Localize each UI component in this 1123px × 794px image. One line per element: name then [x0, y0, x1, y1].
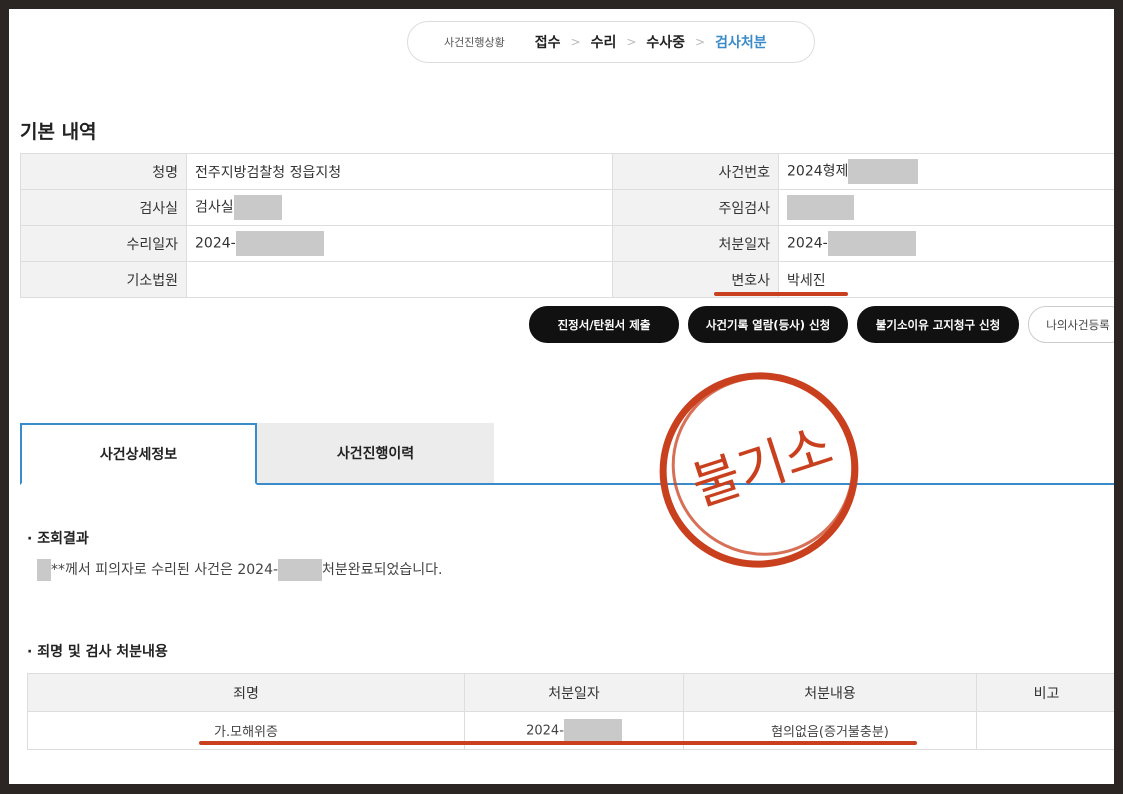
case-number-label: 사건번호 [612, 153, 779, 190]
receipt-date-value: 2024- [195, 235, 236, 252]
receipt-date-label: 수리일자 [20, 225, 187, 262]
progress-separator: > [695, 35, 706, 49]
submit-petition-button[interactable]: 진정서/탄원서 제출 [529, 306, 679, 343]
note-value [976, 711, 1114, 750]
receipt-date-cell: 2024- [186, 225, 613, 262]
office-label: 청명 [20, 153, 187, 190]
progress-separator: > [626, 35, 637, 49]
disposition-table: 죄명 처분일자 처분내용 비고 가.모해위증 2024- 혐의없음(증거불충분) [27, 673, 1114, 750]
date-value: 2024- [526, 723, 564, 738]
table-row: 수리일자 2024- 처분일자 2024- [20, 225, 1114, 262]
lawyer-highlight-underline [714, 292, 848, 296]
office-value: 전주지방검찰청 정읍지청 [186, 153, 613, 190]
col-crime-header: 죄명 [27, 673, 465, 712]
redaction-mask [235, 231, 324, 256]
tab-case-detail[interactable]: 사건상세정보 [20, 423, 257, 485]
progress-label: 사건진행상황 [444, 36, 505, 49]
non-indictment-reason-button[interactable]: 불기소이유 고지청구 신청 [857, 306, 1019, 343]
progress-step-investigating: 수사중 [646, 35, 686, 51]
redaction-mask [233, 195, 282, 220]
case-progress-bar: 사건진행상황 접수 > 수리 > 수사중 > 검사처분 [407, 21, 815, 63]
lead-prosecutor-cell [778, 189, 1114, 226]
table-header-row: 죄명 처분일자 처분내용 비고 [27, 673, 1114, 712]
view-records-button[interactable]: 사건기록 열람(등사) 신청 [688, 306, 848, 343]
redaction-mask [787, 195, 854, 220]
progress-step-received: 접수 [534, 35, 561, 51]
disposition-date-cell: 2024- [778, 225, 1114, 262]
case-tabs: 사건상세정보 사건진행이력 [20, 423, 1114, 485]
table-row: 청명 전주지방검찰청 정읍지청 사건번호 2024형제 [20, 153, 1114, 190]
crime-highlight-underline [199, 741, 917, 745]
disposition-title: · 죄명 및 검사 처분내용 [27, 644, 168, 660]
table-row: 기소법원 변호사 박세진 [20, 261, 1114, 298]
prosecutor-room-cell: 검사실 [186, 189, 613, 226]
case-number-value: 2024형제 [787, 163, 849, 180]
basic-info-table: 청명 전주지방검찰청 정읍지청 사건번호 2024형제 검사실 검사실 주임검사… [20, 153, 1114, 298]
disposition-date-value: 2024- [787, 235, 828, 252]
prosecutor-room-value: 검사실 [195, 199, 234, 216]
lead-prosecutor-label: 주임검사 [612, 189, 779, 226]
redaction-mask [563, 718, 622, 743]
redaction-mask [848, 159, 919, 184]
prosecutor-room-label: 검사실 [20, 189, 187, 226]
redaction-mask [37, 559, 51, 581]
court-label: 기소법원 [20, 261, 187, 298]
court-value [186, 261, 613, 298]
tab-case-history[interactable]: 사건진행이력 [257, 423, 494, 483]
col-date-header: 처분일자 [464, 673, 684, 712]
disposition-date-label: 처분일자 [612, 225, 779, 262]
progress-step-disposition: 검사처분 [715, 35, 767, 51]
result-text-part2: 처분완료되었습니다. [322, 562, 443, 578]
basic-info-title: 기본 내역 [20, 121, 97, 143]
col-note-header: 비고 [976, 673, 1114, 712]
redaction-mask [278, 559, 323, 581]
page: 사건진행상황 접수 > 수리 > 수사중 > 검사처분 기본 내역 청명 전주지… [9, 9, 1114, 784]
result-text: **께서 피의자로 수리된 사건은 2024- 처분완료되었습니다. [37, 559, 442, 581]
register-my-case-button[interactable]: 나의사건등록 [1028, 306, 1114, 343]
redaction-mask [827, 231, 916, 256]
progress-step-accepted: 수리 [590, 35, 617, 51]
table-row: 검사실 검사실 주임검사 [20, 189, 1114, 226]
result-text-part1: **께서 피의자로 수리된 사건은 2024- [51, 562, 279, 578]
col-content-header: 처분내용 [683, 673, 977, 712]
case-number-cell: 2024형제 [778, 153, 1114, 190]
action-buttons: 진정서/탄원서 제출 사건기록 열람(등사) 신청 불기소이유 고지청구 신청 … [529, 306, 1114, 343]
result-title: · 조회결과 [27, 531, 89, 547]
progress-separator: > [570, 35, 581, 49]
